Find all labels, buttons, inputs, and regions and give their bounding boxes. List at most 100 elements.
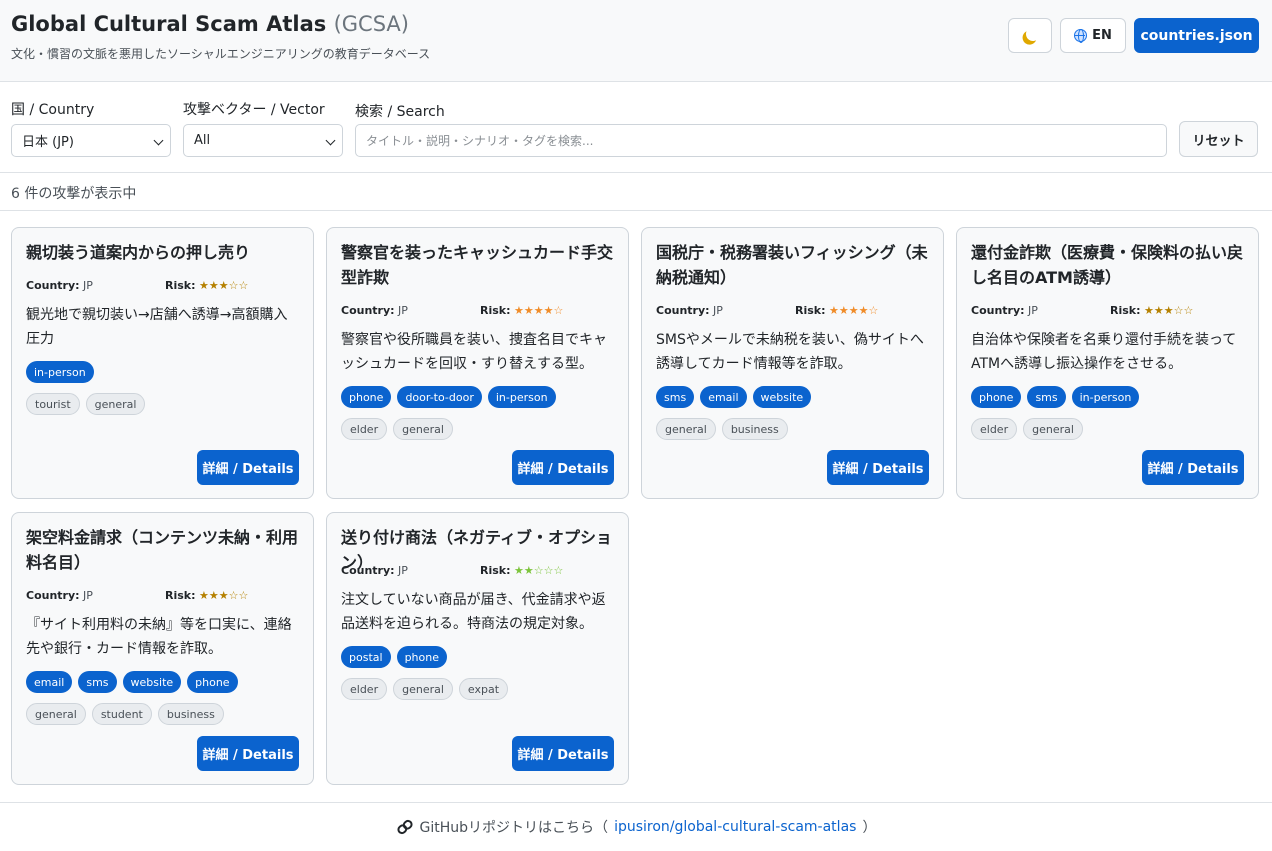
card-country: Country: JP xyxy=(341,564,408,577)
risk-meta-label: Risk: xyxy=(795,304,826,317)
risk-meta-label: Risk: xyxy=(480,564,511,577)
card-country: Country: JP xyxy=(971,304,1038,317)
result-count: 6 件の攻撃が表示中 xyxy=(11,186,137,202)
audience-tag: business xyxy=(721,418,788,440)
card-title: 還付金詐欺（医療費・保険料の払い戻し名目のATM誘導） xyxy=(971,243,1244,287)
card-title: 架空料金請求（コンテンツ未納・利用料名目） xyxy=(26,528,299,572)
card-country: Country: JP xyxy=(26,589,93,602)
audience-tag: general xyxy=(1023,418,1083,440)
audience-tag: tourist xyxy=(26,393,80,415)
language-toggle-button[interactable]: EN xyxy=(1060,18,1126,53)
country-meta-label: Country: xyxy=(656,304,710,317)
risk-meta-label: Risk: xyxy=(165,279,196,292)
link-icon xyxy=(396,819,413,835)
scam-card: 親切装う道案内からの押し売り Country: JP Risk: ★★★☆☆ 観… xyxy=(11,227,314,499)
card-risk: Risk: ★★☆☆☆ xyxy=(480,564,563,577)
details-button[interactable]: 詳細 / Details xyxy=(512,736,614,771)
vector-tags: sms email website xyxy=(656,386,812,408)
vector-tag: sms xyxy=(656,386,695,408)
audience-tag: elder xyxy=(971,418,1018,440)
countries-json-button[interactable]: countries.json xyxy=(1134,18,1259,53)
country-select-value: 日本 (JP) xyxy=(22,135,74,150)
scam-card: 送り付け商法（ネガティブ・オプション） Country: JP Risk: ★★… xyxy=(326,512,629,785)
audience-tags: elder general xyxy=(341,418,453,440)
card-risk: Risk: ★★★☆☆ xyxy=(165,279,248,292)
vector-tag: sms xyxy=(78,671,117,693)
card-risk: Risk: ★★★☆☆ xyxy=(165,589,248,602)
country-code: JP xyxy=(83,589,93,602)
vector-select[interactable]: All xyxy=(183,124,343,157)
chevron-down-icon xyxy=(325,135,336,146)
card-description: SMSやメールで未納税を装い、偽サイトへ誘導してカード情報等を詐取。 xyxy=(656,332,924,372)
vector-tags: phone sms in-person xyxy=(971,386,1140,408)
card-risk: Risk: ★★★★☆ xyxy=(480,304,563,317)
audience-tag: general xyxy=(393,678,453,700)
risk-meta-label: Risk: xyxy=(1110,304,1141,317)
vector-tag: email xyxy=(26,671,73,693)
vector-tag: sms xyxy=(1027,386,1066,408)
country-meta-label: Country: xyxy=(26,589,80,602)
theme-toggle-button[interactable] xyxy=(1008,18,1052,53)
risk-meta-label: Risk: xyxy=(165,589,196,602)
github-repo-link[interactable]: ipusiron/global-cultural-scam-atlas xyxy=(614,819,856,835)
country-code: JP xyxy=(398,304,408,317)
audience-tag: elder xyxy=(341,678,388,700)
vector-tag: in-person xyxy=(26,361,94,383)
details-button[interactable]: 詳細 / Details xyxy=(827,450,929,485)
audience-tags: general student business xyxy=(26,703,224,725)
scam-card: 警察官を装ったキャッシュカード手交型詐欺 Country: JP Risk: ★… xyxy=(326,227,629,499)
country-meta-label: Country: xyxy=(341,564,395,577)
card-risk: Risk: ★★★★☆ xyxy=(795,304,878,317)
card-description: 観光地で親切装い→店舗へ誘導→高額購入圧力 xyxy=(26,307,288,347)
card-country: Country: JP xyxy=(656,304,723,317)
details-button[interactable]: 詳細 / Details xyxy=(512,450,614,485)
audience-tag: general xyxy=(26,703,86,725)
risk-stars: ★★☆☆☆ xyxy=(514,564,564,577)
vector-tags: phone door-to-door in-person xyxy=(341,386,556,408)
search-input[interactable] xyxy=(355,124,1167,157)
chevron-down-icon xyxy=(153,135,164,146)
card-title: 国税庁・税務署装いフィッシング（未納税通知） xyxy=(656,243,928,287)
vector-tag: in-person xyxy=(1071,386,1140,408)
country-code: JP xyxy=(1028,304,1038,317)
risk-stars: ★★★☆☆ xyxy=(1144,304,1194,317)
audience-tags: elder general xyxy=(971,418,1083,440)
risk-meta-label: Risk: xyxy=(480,304,511,317)
card-country: Country: JP xyxy=(26,279,93,292)
details-button[interactable]: 詳細 / Details xyxy=(197,736,299,771)
card-description: 『サイト利用料の未納』等を口実に、連絡先や銀行・カード情報を詐取。 xyxy=(26,617,292,657)
risk-stars: ★★★☆☆ xyxy=(199,279,249,292)
audience-tag: business xyxy=(157,703,224,725)
vector-tags: in-person xyxy=(26,361,94,383)
app-title: Global Cultural Scam Atlas (GCSA) xyxy=(11,12,409,36)
country-filter-label: 国 / Country xyxy=(11,102,95,118)
audience-tag: general xyxy=(656,418,716,440)
vector-tag: in-person xyxy=(487,386,556,408)
vector-tag: postal xyxy=(341,646,391,668)
audience-tags: tourist general xyxy=(26,393,146,415)
vector-tag: email xyxy=(700,386,747,408)
result-bar: 6 件の攻撃が表示中 xyxy=(0,173,1272,211)
app-title-abbr: (GCSA) xyxy=(333,12,409,36)
card-description: 警察官や役所職員を装い、捜査名目でキャッシュカードを回収・すり替えする型。 xyxy=(341,332,607,372)
vector-tags: postal phone xyxy=(341,646,447,668)
footer: GitHubリポジトリはこちら（ ipusiron/global-cultura… xyxy=(0,802,1272,851)
scam-card: 国税庁・税務署装いフィッシング（未納税通知） Country: JP Risk:… xyxy=(641,227,944,499)
country-select[interactable]: 日本 (JP) xyxy=(11,124,171,157)
audience-tags: elder general expat xyxy=(341,678,509,700)
audience-tag: elder xyxy=(341,418,388,440)
audience-tag: general xyxy=(393,418,453,440)
risk-stars: ★★★★☆ xyxy=(514,304,564,317)
country-meta-label: Country: xyxy=(971,304,1025,317)
country-code: JP xyxy=(713,304,723,317)
details-button[interactable]: 詳細 / Details xyxy=(197,450,299,485)
audience-tag: general xyxy=(85,393,146,415)
vector-tag: website xyxy=(122,671,182,693)
audience-tags: general business xyxy=(656,418,788,440)
search-label: 検索 / Search xyxy=(355,104,445,120)
scam-card: 還付金詐欺（医療費・保険料の払い戻し名目のATM誘導） Country: JP … xyxy=(956,227,1259,499)
reset-button[interactable]: リセット xyxy=(1179,121,1258,157)
vector-tag: phone xyxy=(396,646,447,668)
footer-close: ） xyxy=(862,820,877,836)
details-button[interactable]: 詳細 / Details xyxy=(1142,450,1244,485)
